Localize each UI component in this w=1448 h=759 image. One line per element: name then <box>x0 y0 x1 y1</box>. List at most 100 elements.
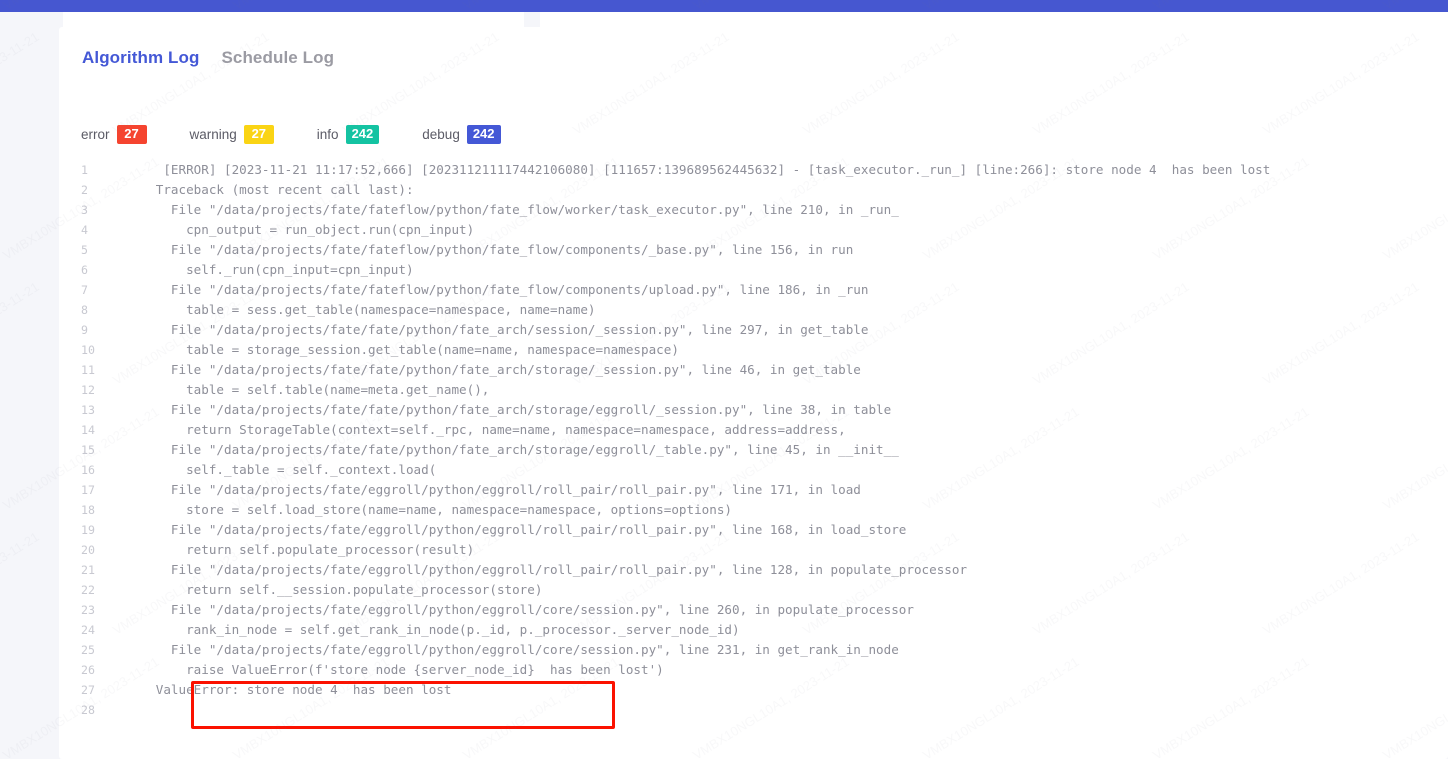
log-line-number: 20 <box>81 543 95 557</box>
log-line-text: return StorageTable(context=self._rpc, n… <box>133 422 846 437</box>
log-line: 6 self._run(cpn_input=cpn_input) <box>59 260 1448 280</box>
log-line-number: 16 <box>81 463 95 477</box>
level-count-error: 27 <box>116 125 147 145</box>
log-line-text: table = self.table(name=meta.get_name(), <box>133 382 490 397</box>
log-line: 18 store = self.load_store(name=name, na… <box>59 500 1448 520</box>
log-line-text: [ERROR] [2023-11-21 11:17:52,666] [20231… <box>133 162 1271 177</box>
log-panel: Algorithm Log Schedule Log error 27 warn… <box>59 27 1448 759</box>
log-line-text: File "/data/projects/fate/eggroll/python… <box>133 602 914 617</box>
log-line: 2 Traceback (most recent call last): <box>59 180 1448 200</box>
log-line: 16 self._table = self._context.load( <box>59 460 1448 480</box>
log-line: 17 File "/data/projects/fate/eggroll/pyt… <box>59 480 1448 500</box>
log-line-number: 11 <box>81 363 95 377</box>
log-line-text: return self.populate_processor(result) <box>133 542 475 557</box>
log-line-number: 17 <box>81 483 95 497</box>
level-label-info: info <box>316 127 339 143</box>
log-line: 19 File "/data/projects/fate/eggroll/pyt… <box>59 520 1448 540</box>
watermark-text: VMBX10NGL10A1, 2023-11-21 <box>0 279 42 388</box>
log-line: 10 table = storage_session.get_table(nam… <box>59 340 1448 360</box>
log-level-filter-bar: error 27 warning 27 info 242 debug 242 <box>81 125 501 145</box>
log-line: 9 File "/data/projects/fate/fate/python/… <box>59 320 1448 340</box>
log-line: 8 table = sess.get_table(namespace=names… <box>59 300 1448 320</box>
log-line: 1 [ERROR] [2023-11-21 11:17:52,666] [202… <box>59 160 1448 180</box>
log-line-number: 25 <box>81 643 95 657</box>
log-output-area[interactable]: 1 [ERROR] [2023-11-21 11:17:52,666] [202… <box>59 160 1448 759</box>
log-line: 23 File "/data/projects/fate/eggroll/pyt… <box>59 600 1448 620</box>
log-line-number: 27 <box>81 683 95 697</box>
level-count-debug: 242 <box>466 125 501 145</box>
log-line-number: 5 <box>81 243 88 257</box>
log-line-text: table = sess.get_table(namespace=namespa… <box>133 302 596 317</box>
level-filter-error[interactable]: error 27 <box>81 125 147 145</box>
log-line: 24 rank_in_node = self.get_rank_in_node(… <box>59 620 1448 640</box>
log-line: 20 return self.populate_processor(result… <box>59 540 1448 560</box>
level-count-info: 242 <box>345 125 380 145</box>
log-line-text: rank_in_node = self.get_rank_in_node(p._… <box>133 622 740 637</box>
log-line-number: 28 <box>81 703 95 717</box>
log-line-text: store = self.load_store(name=name, names… <box>133 502 732 517</box>
log-tab-bar: Algorithm Log Schedule Log <box>82 48 334 68</box>
log-line: 12 table = self.table(name=meta.get_name… <box>59 380 1448 400</box>
log-line-number: 22 <box>81 583 95 597</box>
tab-algorithm-log[interactable]: Algorithm Log <box>82 48 199 68</box>
log-line-number: 15 <box>81 443 95 457</box>
log-line-text: Traceback (most recent call last): <box>133 182 414 197</box>
level-filter-warning[interactable]: warning 27 <box>189 125 274 145</box>
log-line-text: File "/data/projects/fate/fate/python/fa… <box>133 322 869 337</box>
log-line: 5 File "/data/projects/fate/fateflow/pyt… <box>59 240 1448 260</box>
log-line-text: File "/data/projects/fate/fate/python/fa… <box>133 362 861 377</box>
log-line-number: 6 <box>81 263 88 277</box>
log-line-text <box>123 700 1448 720</box>
log-line: 28 <box>59 700 1448 720</box>
log-line: 25 File "/data/projects/fate/eggroll/pyt… <box>59 640 1448 660</box>
log-line-text: File "/data/projects/fate/fateflow/pytho… <box>133 202 899 217</box>
log-line-number: 10 <box>81 343 95 357</box>
log-line: 4 cpn_output = run_object.run(cpn_input) <box>59 220 1448 240</box>
log-line: 11 File "/data/projects/fate/fate/python… <box>59 360 1448 380</box>
watermark-text: VMBX10NGL10A1, 2023-11-21 <box>0 29 42 138</box>
log-line-text: File "/data/projects/fate/fate/python/fa… <box>133 442 899 457</box>
log-line-number: 19 <box>81 523 95 537</box>
log-line: 13 File "/data/projects/fate/fate/python… <box>59 400 1448 420</box>
log-line-text: File "/data/projects/fate/eggroll/python… <box>133 642 899 657</box>
log-line: 14 return StorageTable(context=self._rpc… <box>59 420 1448 440</box>
log-line: 27 ValueError: store node 4 has been los… <box>59 680 1448 700</box>
log-line-text: cpn_output = run_object.run(cpn_input) <box>133 222 475 237</box>
level-label-error: error <box>81 127 110 143</box>
level-label-warning: warning <box>189 127 237 143</box>
log-line: 22 return self.__session.populate_proces… <box>59 580 1448 600</box>
log-line-number: 23 <box>81 603 95 617</box>
level-filter-info[interactable]: info 242 <box>316 125 380 145</box>
log-line-number: 8 <box>81 303 88 317</box>
log-line-number: 13 <box>81 403 95 417</box>
log-line-text: File "/data/projects/fate/eggroll/python… <box>133 482 861 497</box>
log-line-number: 7 <box>81 283 88 297</box>
log-line-text: File "/data/projects/fate/fateflow/pytho… <box>133 242 854 257</box>
log-line-text: self._table = self._context.load( <box>133 462 437 477</box>
level-count-warning: 27 <box>243 125 274 145</box>
log-viewer-page: Algorithm Log Schedule Log error 27 warn… <box>0 0 1448 759</box>
log-line-text: return self.__session.populate_processor… <box>133 582 543 597</box>
log-line-number: 14 <box>81 423 95 437</box>
log-line-text: File "/data/projects/fate/fateflow/pytho… <box>133 282 869 297</box>
log-line: 21 File "/data/projects/fate/eggroll/pyt… <box>59 560 1448 580</box>
tab-schedule-log[interactable]: Schedule Log <box>221 48 334 68</box>
log-line: 3 File "/data/projects/fate/fateflow/pyt… <box>59 200 1448 220</box>
log-line-text: ValueError: store node 4 has been lost <box>133 682 452 697</box>
top-accent-bar <box>0 0 1448 12</box>
watermark-text: VMBX10NGL10A1, 2023-11-21 <box>0 529 42 638</box>
log-line-number: 4 <box>81 223 88 237</box>
log-line-text: File "/data/projects/fate/eggroll/python… <box>133 522 907 537</box>
log-line-text: File "/data/projects/fate/fate/python/fa… <box>133 402 892 417</box>
log-line: 15 File "/data/projects/fate/fate/python… <box>59 440 1448 460</box>
level-filter-debug[interactable]: debug 242 <box>422 125 501 145</box>
log-line-number: 26 <box>81 663 95 677</box>
log-line-number: 21 <box>81 563 95 577</box>
log-line-number: 2 <box>81 183 88 197</box>
log-line: 26 raise ValueError(f'store node {server… <box>59 660 1448 680</box>
log-line-text: self._run(cpn_input=cpn_input) <box>133 262 414 277</box>
log-line-number: 1 <box>81 163 88 177</box>
log-line-text: table = storage_session.get_table(name=n… <box>133 342 679 357</box>
log-line: 7 File "/data/projects/fate/fateflow/pyt… <box>59 280 1448 300</box>
log-line-text: File "/data/projects/fate/eggroll/python… <box>133 562 968 577</box>
